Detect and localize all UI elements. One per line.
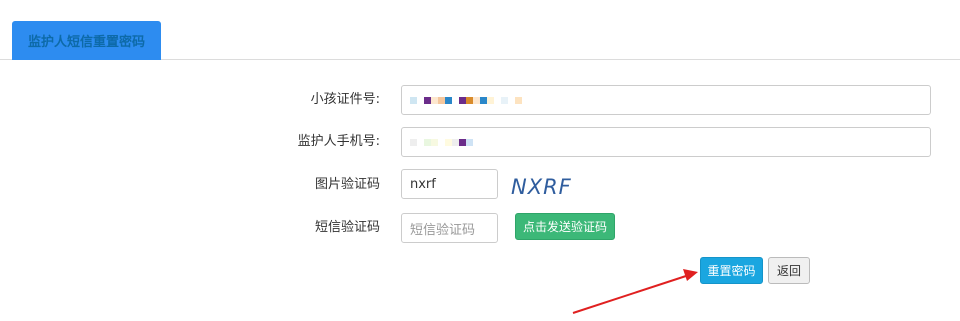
guardian-phone-label: 监护人手机号: <box>297 134 380 149</box>
guardian-phone-field[interactable] <box>401 127 931 157</box>
sms-code-input[interactable]: 短信验证码 <box>401 213 498 243</box>
back-button[interactable]: 返回 <box>768 257 810 284</box>
reset-password-button[interactable]: 重置密码 <box>700 257 763 284</box>
child-id-field[interactable] <box>401 85 931 115</box>
masked-id-pixels <box>410 96 522 104</box>
sms-code-label: 短信验证码 <box>314 220 380 235</box>
image-captcha-label: 图片验证码 <box>314 177 380 192</box>
masked-phone-pixels <box>410 138 473 146</box>
captcha-image[interactable]: NXRF <box>511 173 581 199</box>
tab-bar: 监护人短信重置密码 <box>0 0 960 60</box>
send-code-button[interactable]: 点击发送验证码 <box>515 213 615 240</box>
tab-label: 监护人短信重置密码 <box>27 35 145 50</box>
captcha-text: NXRF <box>511 175 572 199</box>
image-captcha-input[interactable]: nxrf <box>401 169 498 199</box>
tab-guardian-sms-reset[interactable]: 监护人短信重置密码 <box>12 21 161 60</box>
child-id-label: 小孩证件号: <box>310 92 380 107</box>
